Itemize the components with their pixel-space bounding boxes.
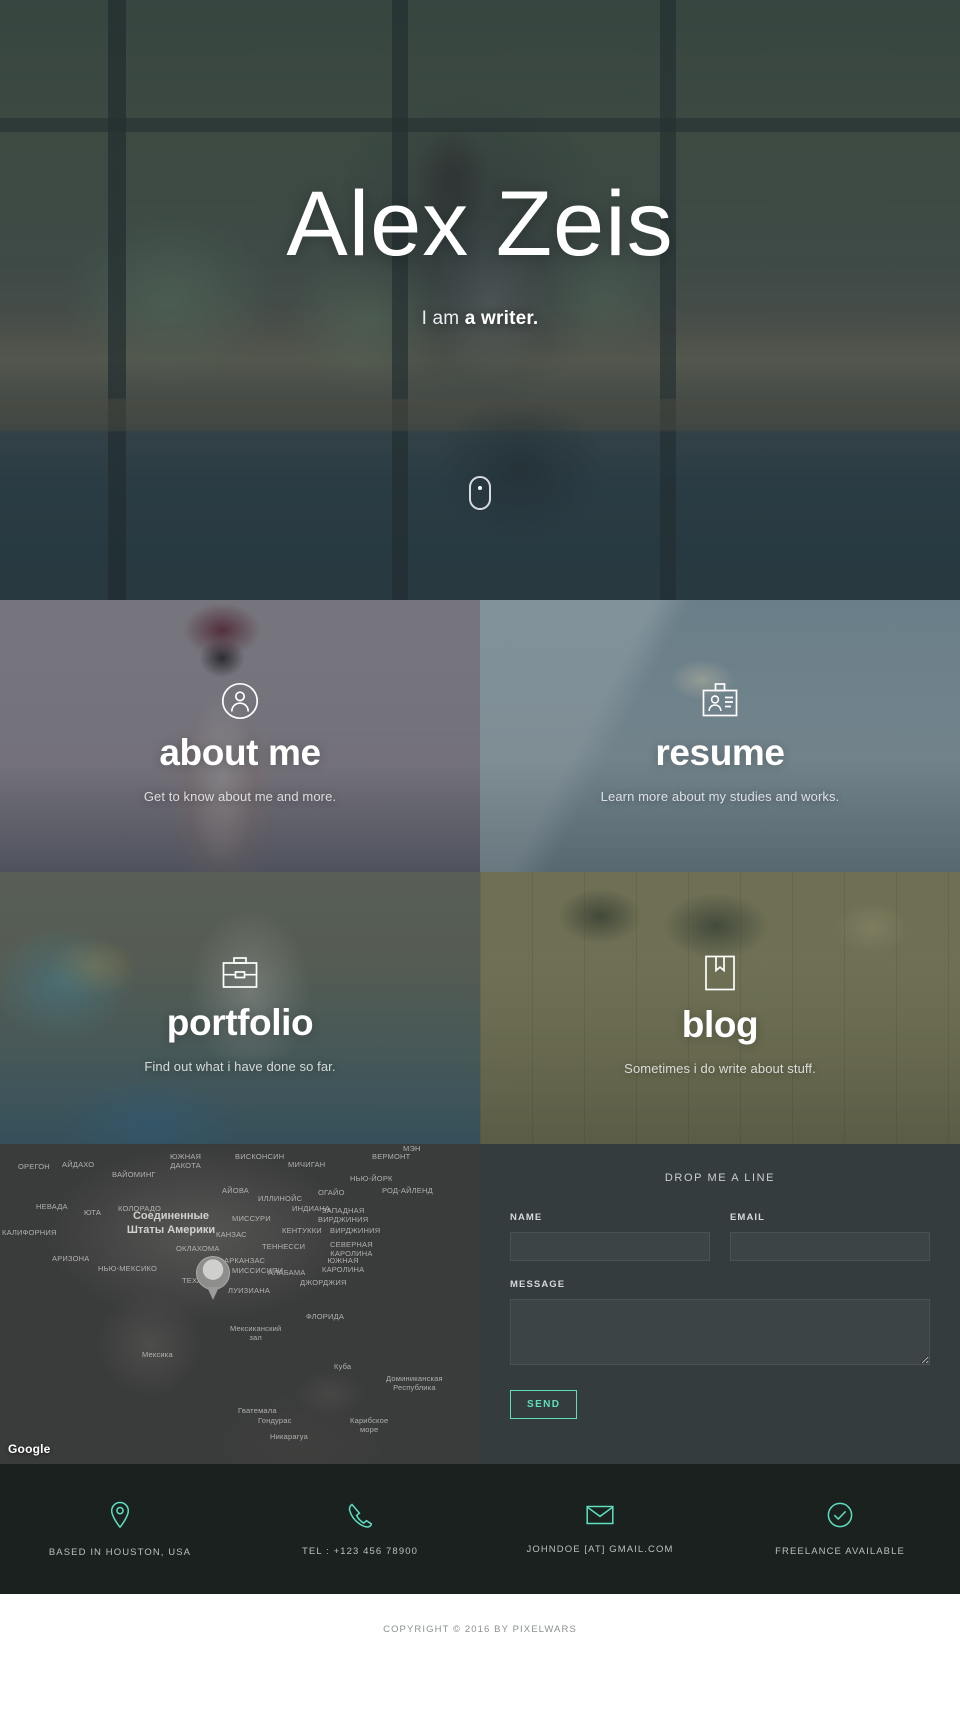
map-place-label: ИЛЛИНОЙС	[258, 1194, 303, 1203]
tile-resume-title: resume	[655, 732, 785, 774]
map-place-label: ЛУИЗИАНА	[228, 1286, 271, 1295]
message-textarea[interactable]	[510, 1299, 930, 1365]
map-place-label: ЮТА	[84, 1208, 102, 1217]
map-place-label: НЕВАДА	[36, 1202, 68, 1211]
scroll-mouse-dot	[478, 486, 482, 490]
tile-blog-subtitle: Sometimes i do write about stuff.	[624, 1060, 816, 1076]
info-item-location: BASED IN HOUSTON, USA	[0, 1464, 240, 1594]
check-circle-icon	[827, 1502, 853, 1528]
map-place-label: Мексика	[142, 1350, 173, 1359]
map-place-label: АЛАБАМА	[268, 1268, 306, 1277]
phone-icon	[348, 1502, 372, 1528]
bookmark-book-icon	[703, 954, 737, 992]
tile-portfolio-title: portfolio	[166, 1002, 314, 1044]
map-place-label: Карибское море	[350, 1416, 389, 1434]
tile-blog-title: blog	[681, 1004, 759, 1046]
map-place-label: Мексиканский зал	[230, 1324, 282, 1342]
tile-about-me-title: about me	[159, 732, 321, 774]
map-place-label: Доминиканская Республика	[386, 1374, 443, 1392]
map-place-label: НЬЮ-МЕКСИКО	[98, 1264, 158, 1273]
contact-form-title: DROP ME A LINE	[664, 1172, 776, 1184]
map-labels: ОРЕГОН АЙДАХО ВАЙОМИНГ ЮЖНАЯ ДАКОТА ВИСКОНСИ…	[0, 1144, 480, 1464]
info-bar: BASED IN HOUSTON, USA TEL : +123 456 789…	[0, 1464, 960, 1594]
map-place-label: МИССУРИ	[232, 1214, 271, 1223]
map-place-label: АЙОВА	[222, 1186, 249, 1195]
landing-page: Alex Zeis I am a writer. about me Get to…	[0, 0, 960, 1665]
map-marker-avatar-icon[interactable]	[196, 1256, 230, 1300]
map-place-label: Гондурас	[258, 1416, 292, 1425]
map-place-label: КЕНТУККИ	[282, 1226, 322, 1235]
tile-about-me-subtitle: Get to know about me and more.	[143, 788, 337, 804]
info-item-availability: FREELANCE AVAILABLE	[720, 1464, 960, 1594]
map-marker-tail	[207, 1287, 219, 1300]
map-place-label: ОКЛАХОМА	[176, 1244, 220, 1253]
map-place-label: РОД-АЙЛЕНД	[382, 1186, 433, 1195]
send-button[interactable]: SEND	[510, 1390, 578, 1419]
map-place-label: НЬЮ-ЙОРК	[350, 1174, 393, 1183]
copyright-text: COPYRIGHT © 2016 BY PIXELWARS	[383, 1624, 577, 1635]
name-input[interactable]	[510, 1232, 710, 1261]
map-widget[interactable]: ОРЕГОН АЙДАХО ВАЙОМИНГ ЮЖНАЯ ДАКОТА ВИСКОНСИ…	[0, 1144, 480, 1464]
map-place-label: ЮЖНАЯ ДАКОТА	[170, 1152, 202, 1170]
tile-blog[interactable]: blog Sometimes i do write about stuff.	[480, 872, 960, 1144]
map-place-label: ЗАПАДНАЯ ВИРДЖИНИЯ	[318, 1206, 369, 1224]
tile-portfolio-subtitle: Find out what i have done so far.	[144, 1058, 336, 1074]
email-label: EMAIL	[730, 1212, 766, 1223]
person-circle-icon	[221, 682, 259, 720]
map-place-label: ВЕРМОНТ	[372, 1152, 411, 1161]
info-item-email-text: JOHNDOE [AT] GMAIL.COM	[526, 1543, 674, 1555]
page-title: Alex Zeis	[286, 173, 674, 275]
map-place-label: ДЖОРДЖИЯ	[300, 1278, 347, 1287]
name-label: NAME	[510, 1212, 543, 1223]
tile-portfolio[interactable]: portfolio Find out what i have done so f…	[0, 872, 480, 1144]
map-place-label: Гватемала	[238, 1406, 277, 1415]
map-place-label: ОРЕГОН	[18, 1162, 50, 1171]
contact-form: DROP ME A LINE NAME EMAIL MESSAGE SEND	[480, 1144, 960, 1464]
map-marker-avatar-photo	[196, 1256, 230, 1290]
email-field-group: EMAIL	[730, 1212, 930, 1261]
name-field-group: NAME	[510, 1212, 710, 1261]
map-place-label: ВАЙОМИНГ	[112, 1170, 156, 1179]
info-item-location-text: BASED IN HOUSTON, USA	[48, 1546, 192, 1558]
map-place-label: ВИСКОНСИН	[235, 1152, 285, 1161]
map-place-label: Никарагуа	[270, 1432, 308, 1441]
tile-about-me[interactable]: about me Get to know about me and more.	[0, 600, 480, 872]
map-country-label: Соединенные Штаты Америки	[126, 1210, 216, 1236]
hero-tagline-strong: a writer.	[464, 308, 539, 329]
map-place-label: ТЕННЕССИ	[262, 1242, 306, 1251]
hero-section: Alex Zeis I am a writer.	[0, 0, 960, 600]
info-item-phone: TEL : +123 456 78900	[240, 1464, 480, 1594]
map-place-label: ЮЖНАЯ КАРОЛИНА	[322, 1256, 365, 1274]
map-place-label: АРКАНЗАС	[224, 1256, 266, 1265]
info-item-email: JOHNDOE [AT] GMAIL.COM	[480, 1464, 720, 1594]
map-place-label: КАЛИФОРНИЯ	[2, 1228, 57, 1237]
hero-tagline-prefix: I am	[421, 308, 465, 329]
map-place-label: МИЧИГАН	[288, 1160, 326, 1169]
google-watermark: Google	[8, 1442, 51, 1456]
envelope-icon	[586, 1504, 614, 1526]
message-label: MESSAGE	[510, 1279, 566, 1290]
scroll-mouse-icon[interactable]	[469, 476, 491, 510]
briefcase-icon	[220, 956, 260, 990]
tile-resume-subtitle: Learn more about my studies and works.	[600, 788, 840, 804]
section-contact: ОРЕГОН АЙДАХО ВАЙОМИНГ ЮЖНАЯ ДАКОТА ВИСКОНСИ…	[0, 1144, 960, 1464]
info-item-phone-text: TEL : +123 456 78900	[302, 1545, 418, 1557]
section-tiles: about me Get to know about me and more.	[0, 600, 960, 1144]
location-pin-icon	[109, 1501, 131, 1529]
map-place-label: МЭН	[403, 1144, 421, 1153]
map-place-label: ВИРДЖИНИЯ	[330, 1226, 381, 1235]
map-place-label: АЙДАХО	[62, 1160, 95, 1169]
hero-tagline: I am a writer.	[422, 308, 539, 330]
message-field-group: MESSAGE	[510, 1279, 930, 1370]
map-place-label: АРИЗОНА	[52, 1254, 90, 1263]
id-badge-icon	[700, 682, 740, 720]
map-place-label: ОГАЙО	[318, 1188, 345, 1197]
map-place-label: Куба	[334, 1362, 352, 1371]
tile-resume[interactable]: resume Learn more about my studies and w…	[480, 600, 960, 872]
map-place-label: ФЛОРИДА	[306, 1312, 345, 1321]
footer-copyright: COPYRIGHT © 2016 BY PIXELWARS	[0, 1594, 960, 1665]
info-item-availability-text: FREELANCE AVAILABLE	[775, 1545, 905, 1557]
email-input[interactable]	[730, 1232, 930, 1261]
